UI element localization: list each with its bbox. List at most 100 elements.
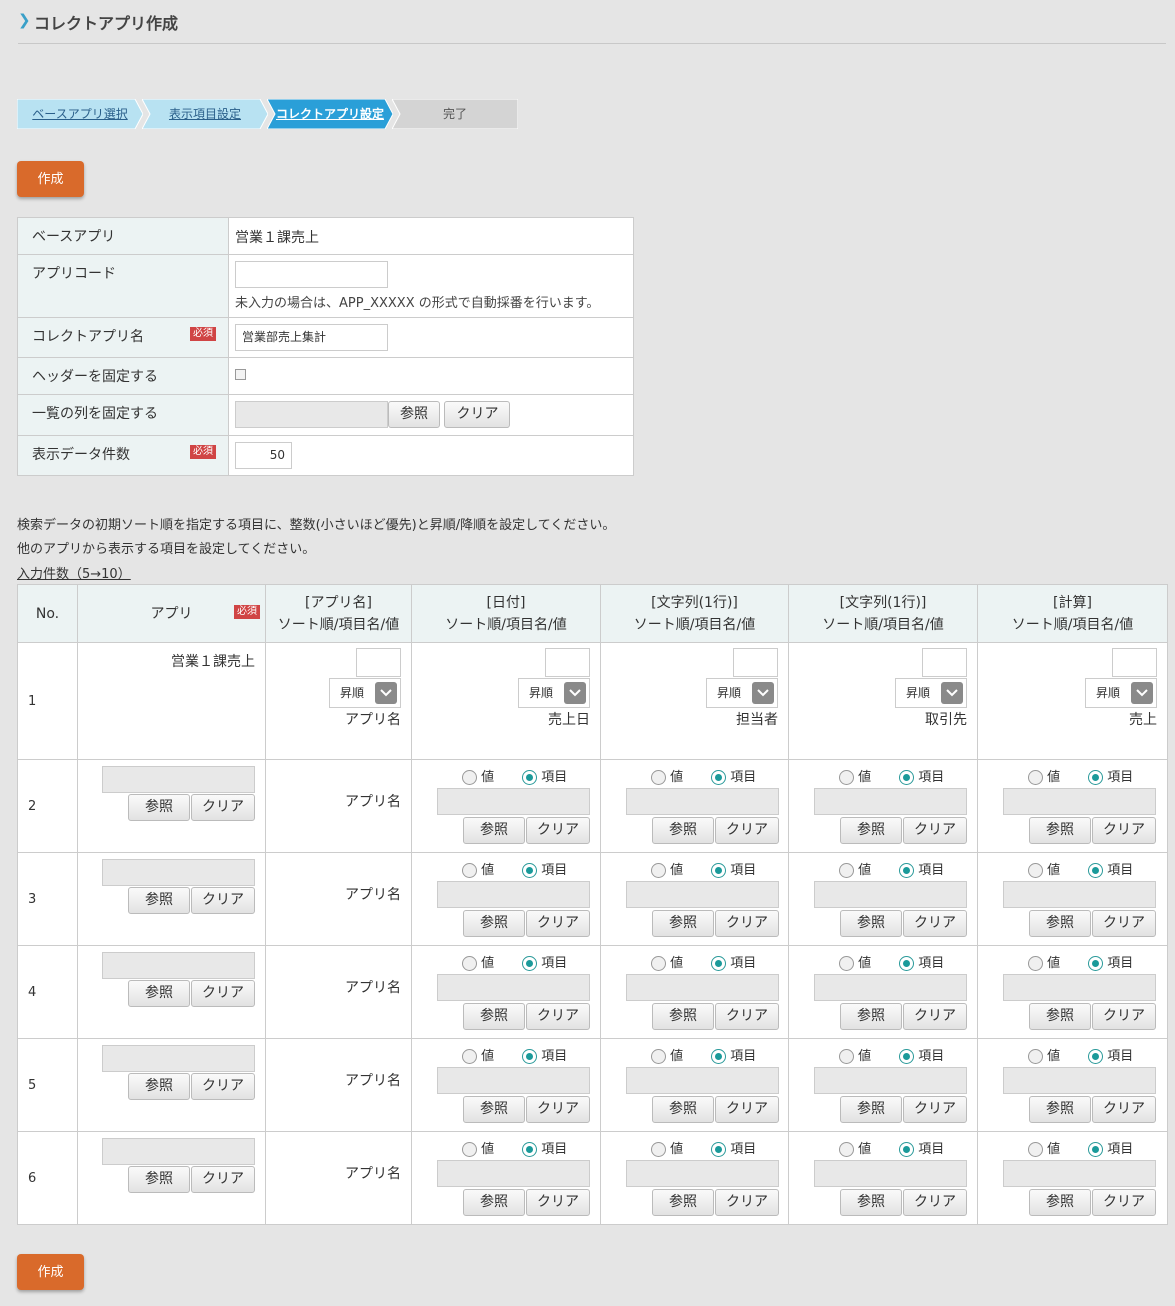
sort-order-select[interactable]: 昇順 — [518, 678, 590, 708]
radio-field[interactable] — [522, 863, 538, 878]
sort-order-select[interactable]: 昇順 — [1085, 678, 1157, 708]
radio-value[interactable] — [839, 770, 854, 785]
radio-value[interactable] — [462, 863, 477, 878]
app-select-input[interactable] — [102, 1045, 255, 1072]
create-button-top[interactable]: 作成 — [17, 161, 84, 197]
app-select-input[interactable] — [102, 859, 255, 886]
radio-value[interactable] — [651, 1049, 666, 1064]
clear-button[interactable]: クリア — [526, 1003, 590, 1030]
browse-button[interactable]: 参照 — [1029, 1189, 1091, 1216]
browse-button[interactable]: 参照 — [840, 817, 902, 844]
field-select-input[interactable] — [814, 1067, 967, 1094]
input-count-link[interactable]: 入力件数（5→10） — [17, 563, 131, 582]
radio-value[interactable] — [1028, 956, 1043, 971]
field-select-input[interactable] — [1003, 1067, 1156, 1094]
clear-button[interactable]: クリア — [191, 1166, 255, 1193]
browse-button[interactable]: 参照 — [128, 1073, 190, 1100]
browse-button[interactable]: 参照 — [840, 1189, 902, 1216]
clear-button[interactable]: クリア — [715, 910, 779, 937]
field-select-input[interactable] — [814, 881, 967, 908]
browse-button[interactable]: 参照 — [652, 910, 714, 937]
browse-button[interactable]: 参照 — [1029, 817, 1091, 844]
clear-button[interactable]: クリア — [715, 1189, 779, 1216]
sort-priority-input[interactable] — [545, 648, 590, 677]
radio-field[interactable] — [522, 956, 538, 971]
sort-order-select[interactable]: 昇順 — [895, 678, 967, 708]
clear-button[interactable]: クリア — [526, 1189, 590, 1216]
radio-field[interactable] — [899, 1049, 915, 1064]
radio-field[interactable] — [711, 1142, 727, 1157]
radio-value[interactable] — [839, 1142, 854, 1157]
browse-button[interactable]: 参照 — [1029, 1096, 1091, 1123]
field-select-input[interactable] — [437, 1067, 590, 1094]
field-select-input[interactable] — [1003, 974, 1156, 1001]
clear-button[interactable]: クリア — [1092, 1189, 1156, 1216]
browse-button[interactable]: 参照 — [652, 1003, 714, 1030]
browse-button[interactable]: 参照 — [463, 910, 525, 937]
browse-button[interactable]: 参照 — [128, 887, 190, 914]
radio-field[interactable] — [522, 1142, 538, 1157]
field-select-input[interactable] — [626, 881, 779, 908]
radio-value[interactable] — [839, 956, 854, 971]
browse-button[interactable]: 参照 — [463, 1189, 525, 1216]
clear-button[interactable]: クリア — [715, 1096, 779, 1123]
radio-field[interactable] — [522, 1049, 538, 1064]
clear-button[interactable]: クリア — [1092, 1003, 1156, 1030]
radio-field[interactable] — [711, 770, 727, 785]
clear-button[interactable]: クリア — [903, 1096, 967, 1123]
radio-field[interactable] — [899, 1142, 915, 1157]
radio-field[interactable] — [899, 956, 915, 971]
radio-field[interactable] — [711, 863, 727, 878]
radio-value[interactable] — [839, 863, 854, 878]
radio-value[interactable] — [839, 1049, 854, 1064]
clear-button[interactable]: クリア — [526, 910, 590, 937]
clear-button[interactable]: クリア — [715, 817, 779, 844]
radio-field[interactable] — [1088, 863, 1104, 878]
clear-button[interactable]: クリア — [191, 794, 255, 821]
clear-button[interactable]: クリア — [1092, 910, 1156, 937]
fix-header-checkbox[interactable] — [235, 369, 246, 380]
radio-field[interactable] — [522, 770, 538, 785]
radio-value[interactable] — [1028, 1142, 1043, 1157]
radio-field[interactable] — [711, 1049, 727, 1064]
radio-value[interactable] — [1028, 770, 1043, 785]
field-select-input[interactable] — [437, 788, 590, 815]
field-select-input[interactable] — [626, 974, 779, 1001]
step-collect-settings[interactable]: コレクトアプリ設定 — [267, 99, 393, 129]
sort-priority-input[interactable] — [733, 648, 778, 677]
browse-button[interactable]: 参照 — [1029, 1003, 1091, 1030]
sort-priority-input[interactable] — [356, 648, 401, 677]
clear-button[interactable]: クリア — [903, 817, 967, 844]
clear-button[interactable]: クリア — [191, 980, 255, 1007]
create-button-bottom[interactable]: 作成 — [17, 1254, 84, 1290]
radio-value[interactable] — [651, 863, 666, 878]
radio-value[interactable] — [1028, 1049, 1043, 1064]
browse-button[interactable]: 参照 — [463, 1096, 525, 1123]
browse-button[interactable]: 参照 — [463, 817, 525, 844]
browse-button[interactable]: 参照 — [840, 1096, 902, 1123]
radio-field[interactable] — [1088, 1049, 1104, 1064]
browse-button[interactable]: 参照 — [840, 1003, 902, 1030]
radio-value[interactable] — [651, 770, 666, 785]
collect-name-input[interactable]: 営業部売上集計 — [235, 324, 388, 351]
fix-columns-input[interactable] — [235, 401, 388, 428]
radio-value[interactable] — [462, 1142, 477, 1157]
field-select-input[interactable] — [1003, 881, 1156, 908]
browse-button[interactable]: 参照 — [128, 1166, 190, 1193]
browse-button[interactable]: 参照 — [388, 401, 440, 428]
app-code-input[interactable] — [235, 261, 388, 288]
browse-button[interactable]: 参照 — [1029, 910, 1091, 937]
field-select-input[interactable] — [814, 788, 967, 815]
sort-order-select[interactable]: 昇順 — [329, 678, 401, 708]
radio-field[interactable] — [1088, 1142, 1104, 1157]
browse-button[interactable]: 参照 — [128, 980, 190, 1007]
radio-value[interactable] — [1028, 863, 1043, 878]
browse-button[interactable]: 参照 — [652, 817, 714, 844]
radio-field[interactable] — [1088, 956, 1104, 971]
step-base-app[interactable]: ベースアプリ選択 — [17, 99, 143, 129]
clear-button[interactable]: クリア — [903, 910, 967, 937]
app-select-input[interactable] — [102, 766, 255, 793]
field-select-input[interactable] — [1003, 788, 1156, 815]
sort-priority-input[interactable] — [1112, 648, 1157, 677]
clear-button[interactable]: クリア — [191, 1073, 255, 1100]
